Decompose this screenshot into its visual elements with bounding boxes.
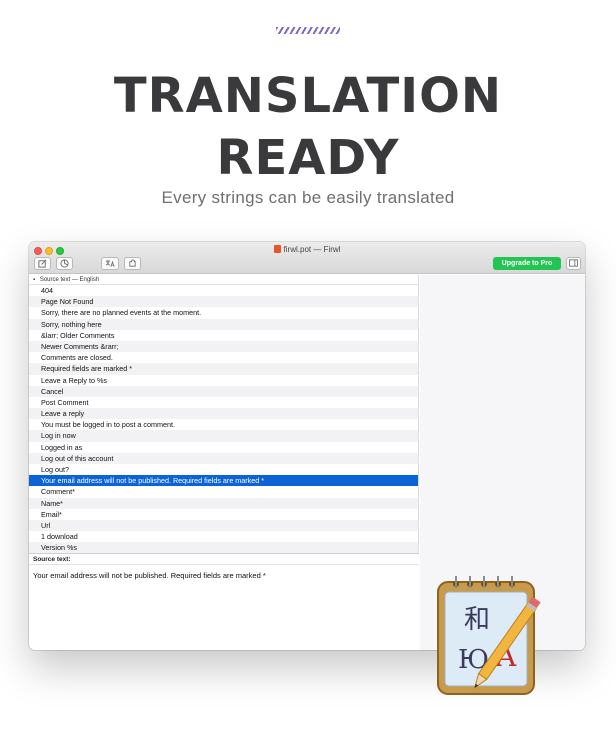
list-item[interactable]: Url — [29, 519, 418, 532]
edit-icon — [38, 259, 47, 268]
list-item[interactable]: You must be logged in to post a comment. — [29, 419, 418, 430]
list-item[interactable]: Log out? — [29, 464, 418, 475]
strings-rows: 404 Page Not Found Sorry, there are no pla… — [29, 285, 418, 553]
list-item[interactable]: Page Not Found — [29, 296, 418, 308]
list-item[interactable]: Version %s — [29, 542, 418, 553]
sidebar-toggle-button[interactable] — [566, 257, 581, 270]
sidebar-icon — [569, 259, 578, 267]
puzzle-icon — [129, 259, 136, 267]
list-item[interactable]: Cancel — [29, 385, 418, 397]
list-item[interactable]: &larr; Older Comments — [29, 330, 418, 341]
list-item[interactable]: 404 — [29, 285, 418, 296]
list-item[interactable]: Comment* — [29, 486, 418, 497]
list-item[interactable]: Post Comment — [29, 397, 418, 408]
list-item[interactable]: Email* — [29, 509, 418, 520]
list-column-header-label: Source text — English — [39, 277, 100, 283]
list-item[interactable]: Sorry, there are no planned events at th… — [29, 307, 418, 318]
source-text-label: Source text: — [29, 553, 419, 565]
decorative-stripes — [276, 27, 340, 34]
list-item[interactable]: Leave a Reply to %s — [29, 375, 418, 386]
list-item[interactable]: Logged in as — [29, 442, 418, 453]
list-item[interactable]: Log in now — [29, 430, 418, 442]
stats-toolbar-button[interactable] — [56, 257, 73, 270]
list-item[interactable]: Comments are closed. — [29, 352, 418, 363]
list-item[interactable]: Required fields are marked * — [29, 363, 418, 375]
pot-file-icon — [273, 245, 281, 253]
source-text-value: Your email address will not be published… — [33, 571, 266, 580]
pie-chart-icon — [60, 259, 69, 268]
titlebar: firwl.pot — Firwl Upgrade to Pro — [29, 242, 585, 274]
list-item[interactable]: Name* — [29, 497, 418, 509]
list-item[interactable]: 1 download — [29, 531, 418, 542]
strings-list: ▪ Source text — English 404 Page Not Foun… — [29, 275, 419, 553]
list-item[interactable]: Leave a reply — [29, 408, 418, 420]
app-icon-notepad: 和 Ю À — [437, 576, 541, 695]
subtitle: Every strings can be easily translated — [161, 188, 455, 207]
list-item[interactable]: Sorry, nothing here — [29, 318, 418, 330]
list-item-selected[interactable]: Your email address will not be published… — [29, 475, 418, 487]
list-item[interactable]: Log out of this account — [29, 452, 418, 464]
glyph-he: 和 — [464, 605, 490, 635]
translate-icon — [105, 260, 115, 267]
list-item[interactable]: Newer Comments &rarr; — [29, 340, 418, 353]
headline-line-2: READY — [216, 130, 400, 186]
headline-line-1: TRANSLATION — [113, 68, 503, 124]
edit-toolbar-button[interactable] — [34, 257, 51, 270]
list-column-header[interactable]: ▪ Source text — English — [29, 275, 418, 285]
sort-arrow-icon: ▪ — [33, 277, 36, 283]
window-title: firwl.pot — Firwl — [29, 245, 585, 254]
extensions-toolbar-button[interactable] — [124, 257, 141, 270]
window-title-text: firwl.pot — Firwl — [283, 245, 341, 254]
translate-toolbar-button[interactable] — [101, 257, 119, 270]
upgrade-to-pro-button[interactable]: Upgrade to Pro — [493, 257, 561, 270]
